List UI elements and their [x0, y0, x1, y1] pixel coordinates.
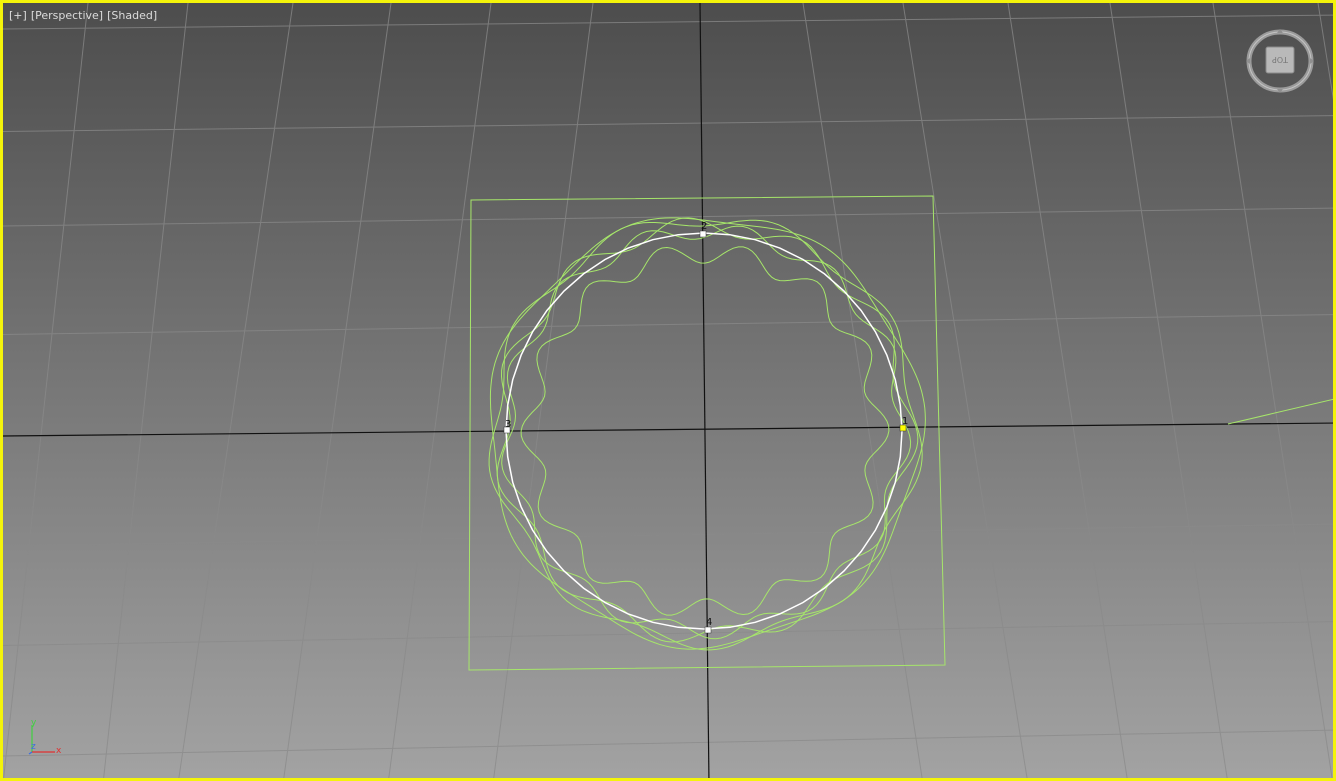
axis-tripod: y z x	[28, 718, 62, 756]
vertex-number-label: 4	[706, 617, 712, 628]
viewport-view-label[interactable]: [Perspective]	[31, 9, 103, 22]
viewcube-face-label: TOP	[1272, 55, 1289, 64]
vertex-number-label: 1	[902, 416, 908, 427]
viewport-label: [+] [Perspective] [Shaded]	[9, 9, 157, 22]
viewport-scene[interactable]: 1 2 3 4	[3, 3, 1336, 781]
vertex-number-label: 2	[701, 221, 707, 232]
vertex-number-label: 3	[505, 419, 511, 430]
axis-z-label: z	[31, 742, 36, 752]
viewcube[interactable]: TOP	[1244, 27, 1316, 99]
viewport-menu-label[interactable]: [+]	[9, 9, 27, 22]
viewport-background	[3, 3, 1333, 778]
perspective-viewport[interactable]: 1 2 3 4 [+] [Perspective] [Shaded] TOP y z …	[0, 0, 1336, 781]
axis-x-label: x	[56, 746, 62, 756]
axis-y-label: y	[31, 718, 37, 728]
viewport-shading-label[interactable]: [Shaded]	[107, 9, 157, 22]
